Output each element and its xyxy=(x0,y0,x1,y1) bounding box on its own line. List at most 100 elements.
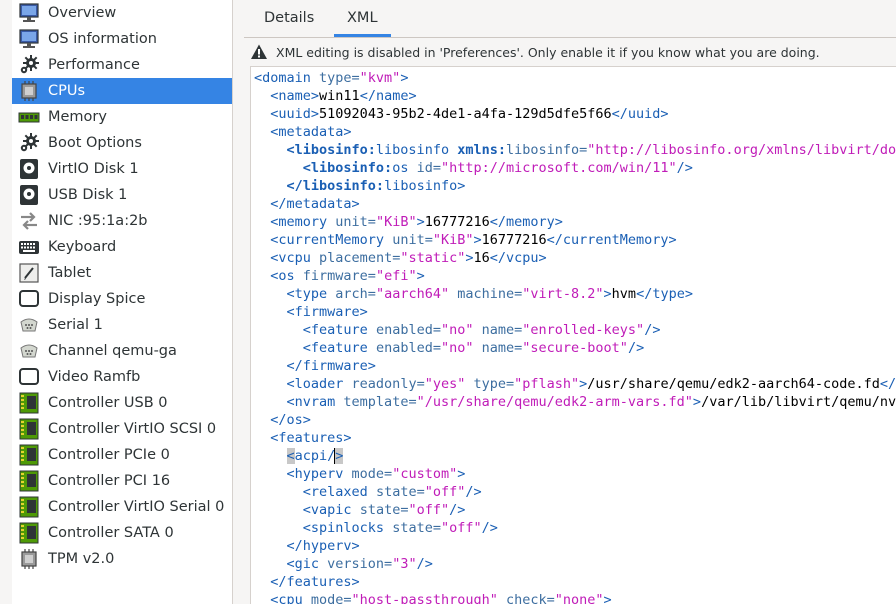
xml-token: "custom" xyxy=(392,466,458,482)
sidebar-item-performance[interactable]: Performance xyxy=(12,52,232,78)
sidebar-item-label: VirtIO Disk 1 xyxy=(48,161,139,177)
xml-token xyxy=(254,232,270,248)
sidebar-item-channel-qemu-ga[interactable]: Channel qemu-ga xyxy=(12,338,232,364)
xml-token: "http://libosinfo.org/xmlns/libvirt/doma… xyxy=(587,142,896,158)
xml-token: template= xyxy=(343,394,417,410)
xml-token: </libosinfo: xyxy=(286,178,385,194)
sidebar-item-controller-sata-0[interactable]: Controller SATA 0 xyxy=(12,520,232,546)
xml-line: <features> xyxy=(254,429,896,447)
xml-token xyxy=(254,304,287,320)
xml-token: check= xyxy=(497,592,555,604)
xml-token: machine= xyxy=(449,286,523,302)
xml-line: <domain type="kvm"> xyxy=(254,69,896,87)
tab-xml[interactable]: XML xyxy=(334,0,391,37)
xml-token: </firmware> xyxy=(286,358,376,374)
pane-divider[interactable] xyxy=(232,0,233,604)
xml-token: unit= xyxy=(392,232,433,248)
xml-token: <currentMemory xyxy=(270,232,393,248)
xml-token: "off" xyxy=(440,520,482,536)
gear-icon xyxy=(17,131,41,155)
xml-token: 16777216 xyxy=(424,214,490,230)
hardware-list[interactable]: Overview OS information Performance CPUs Mem… xyxy=(12,0,233,604)
sidebar-item-controller-pci-16[interactable]: Controller PCI 16 xyxy=(12,468,232,494)
xml-token: "no" xyxy=(440,322,474,338)
xml-token: /> xyxy=(627,340,645,356)
xml-token xyxy=(254,142,287,158)
xml-token: > xyxy=(473,232,482,248)
sidebar-item-label: USB Disk 1 xyxy=(48,187,128,203)
xml-token: </currentMemory> xyxy=(546,232,677,248)
xml-token: name= xyxy=(473,322,523,338)
xml-code[interactable]: <domain type="kvm"> <name>win11</name> <… xyxy=(254,69,896,604)
sidebar-item-controller-pcie-0[interactable]: Controller PCIe 0 xyxy=(12,442,232,468)
xml-token: 51092043-95b2-4de1-a4fa-129d5dfe5f66 xyxy=(319,106,612,122)
xml-editor[interactable]: <domain type="kvm"> <name>win11</name> <… xyxy=(250,66,896,604)
xml-token: placement= xyxy=(319,250,401,266)
xml-token: <relaxed xyxy=(302,484,376,500)
serial-icon xyxy=(17,313,41,337)
sidebar-item-serial-1[interactable]: Serial 1 xyxy=(12,312,232,338)
xml-token: <loader xyxy=(286,376,352,392)
controller-icon xyxy=(17,521,41,545)
xml-token xyxy=(254,556,287,572)
xml-token xyxy=(254,250,270,266)
sidebar-item-controller-virtio-scsi-0[interactable]: Controller VirtIO SCSI 0 xyxy=(12,416,232,442)
xml-token: libosinfo xyxy=(375,142,458,158)
xml-token: <cpu xyxy=(270,592,311,604)
xml-token: <metadata> xyxy=(270,124,352,140)
sidebar-item-video-ramfb[interactable]: Video Ramfb xyxy=(12,364,232,390)
sidebar-item-memory[interactable]: Memory xyxy=(12,104,232,130)
xml-token: /usr/share/qemu/edk2-aarch64-code.fd xyxy=(587,376,880,392)
xml-token: < xyxy=(286,448,295,464)
xml-token xyxy=(254,502,303,518)
sidebar-item-display-spice[interactable]: Display Spice xyxy=(12,286,232,312)
sidebar-item-label: Display Spice xyxy=(48,291,146,307)
gear-icon xyxy=(17,53,41,77)
xml-token: "aarch64" xyxy=(375,286,450,302)
sidebar-item-controller-usb-0[interactable]: Controller USB 0 xyxy=(12,390,232,416)
xml-token: <vcpu xyxy=(270,250,320,266)
sidebar-item-label: Controller PCIe 0 xyxy=(48,447,170,463)
monitor-icon xyxy=(17,27,41,51)
sidebar-item-usb-disk-1[interactable]: USB Disk 1 xyxy=(12,182,232,208)
sidebar-item-overview[interactable]: Overview xyxy=(12,0,232,26)
xml-token: <spinlocks xyxy=(302,520,393,536)
xml-token: </os> xyxy=(270,412,311,428)
display-icon xyxy=(17,287,41,311)
xml-token: enabled= xyxy=(375,340,441,356)
sidebar-item-label: Controller PCI 16 xyxy=(48,473,171,489)
controller-icon xyxy=(17,443,41,467)
xml-token: acpi/ xyxy=(294,448,336,464)
warning-icon xyxy=(251,44,267,59)
controller-icon xyxy=(17,391,41,415)
sidebar-item-keyboard[interactable]: Keyboard xyxy=(12,234,232,260)
xml-token: > xyxy=(416,268,425,284)
xml-token xyxy=(254,520,303,536)
sidebar-item-nic-95-1a-2b[interactable]: NIC :95:1a:2b xyxy=(12,208,232,234)
xml-line: <nvram template="/usr/share/qemu/edk2-ar… xyxy=(254,393,896,411)
sidebar-item-label: NIC :95:1a:2b xyxy=(48,213,148,229)
sidebar-item-controller-virtio-serial-0[interactable]: Controller VirtIO Serial 0 xyxy=(12,494,232,520)
sidebar-item-label: Serial 1 xyxy=(48,317,103,333)
xml-token: version= xyxy=(327,556,393,572)
sidebar-item-virtio-disk-1[interactable]: VirtIO Disk 1 xyxy=(12,156,232,182)
sidebar-item-tpm-v2-0[interactable]: TPM v2.0 xyxy=(12,546,232,572)
sidebar-item-label: Tablet xyxy=(48,265,92,281)
xml-token: unit= xyxy=(335,214,376,230)
sidebar-item-label: Boot Options xyxy=(48,135,142,151)
xml-token: <os xyxy=(270,268,303,284)
xml-token: "efi" xyxy=(375,268,417,284)
sidebar-item-cpus[interactable]: CPUs xyxy=(12,78,232,104)
keyboard-icon xyxy=(17,235,41,259)
cpu-chip-icon xyxy=(17,79,41,103)
xml-line: <feature enabled="no" name="enrolled-key… xyxy=(254,321,896,339)
xml-token: enabled= xyxy=(375,322,441,338)
tab-details[interactable]: Details xyxy=(251,0,327,37)
main-panel: Details XML XML editing is disabled in '… xyxy=(244,0,896,604)
sidebar-item-os-information[interactable]: OS information xyxy=(12,26,232,52)
xml-line: <type arch="aarch64" machine="virt-8.2">… xyxy=(254,285,896,303)
sidebar-item-boot-options[interactable]: Boot Options xyxy=(12,130,232,156)
display-icon xyxy=(17,365,41,389)
xml-token xyxy=(254,196,270,212)
sidebar-item-tablet[interactable]: Tablet xyxy=(12,260,232,286)
